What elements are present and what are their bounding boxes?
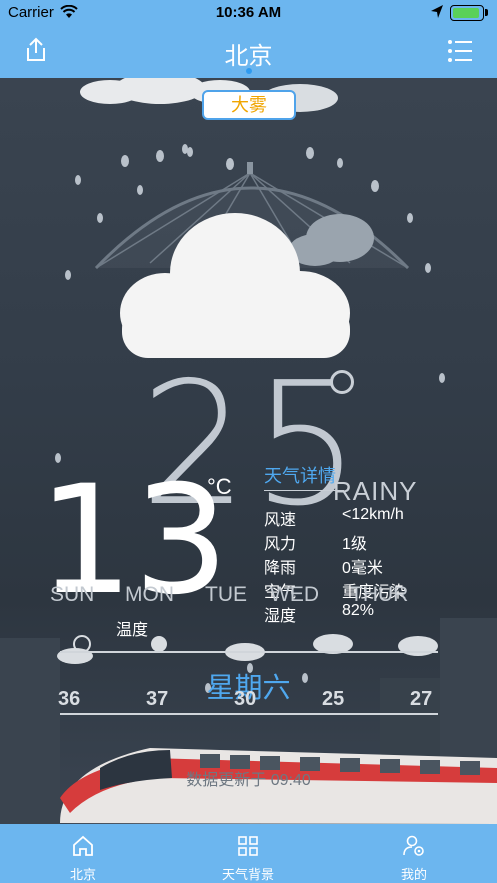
location-arrow-icon (431, 5, 443, 18)
tab-label: 天气背景 (221, 867, 274, 882)
forecast-temp: 36 (58, 688, 81, 710)
tab-mine[interactable]: 我的 (354, 824, 474, 883)
update-time: 数据更新于 09:40 (186, 772, 311, 789)
divider-bottom (60, 713, 438, 715)
condition-badge: 大雾 (202, 90, 296, 120)
tab-weather-background[interactable]: 天气背景 (188, 824, 308, 883)
forecast-temp: 25 (322, 688, 345, 710)
day-label: THUR (350, 583, 409, 606)
weather-details-link[interactable]: 天气详情 (264, 462, 336, 488)
forecast-temp: 37 (146, 688, 169, 710)
page-indicator-dot (246, 68, 252, 74)
detail-row-wind-speed: 风速 <12km/h (264, 506, 404, 529)
list-menu-icon[interactable] (446, 38, 474, 64)
condition-english: RAINY (333, 476, 418, 506)
tab-bar: 北京 天气背景 我的 (0, 824, 497, 883)
battery-icon (450, 5, 484, 21)
tab-label: 北京 (69, 867, 96, 882)
user-settings-icon (403, 835, 424, 856)
day-label: MON (125, 583, 174, 606)
details-underline (264, 490, 344, 491)
temperature-label: 温度 (116, 622, 149, 639)
city-title: 北京 (224, 43, 273, 70)
tab-beijing[interactable]: 北京 (23, 824, 143, 883)
clock: 10:36 AM (215, 4, 282, 21)
day-label: WED (270, 583, 319, 606)
temperature-unit: °C (207, 474, 232, 499)
degree-symbol (330, 370, 354, 394)
detail-row-rainfall: 降雨 0毫米 (264, 560, 383, 577)
forecast-temp: 30 (234, 688, 257, 710)
day-label: TUE (205, 583, 247, 606)
forecast-temp: 27 (410, 688, 433, 710)
day-label: SUN (50, 583, 95, 606)
divider-top (60, 651, 438, 653)
home-icon (73, 835, 93, 856)
detail-row-wind-force: 风力 1级 (264, 536, 367, 553)
tab-label: 我的 (400, 867, 427, 882)
battery-tip (485, 9, 488, 16)
status-bar: Carrier 10:36 AM (0, 0, 497, 26)
grid-icon (238, 836, 258, 856)
